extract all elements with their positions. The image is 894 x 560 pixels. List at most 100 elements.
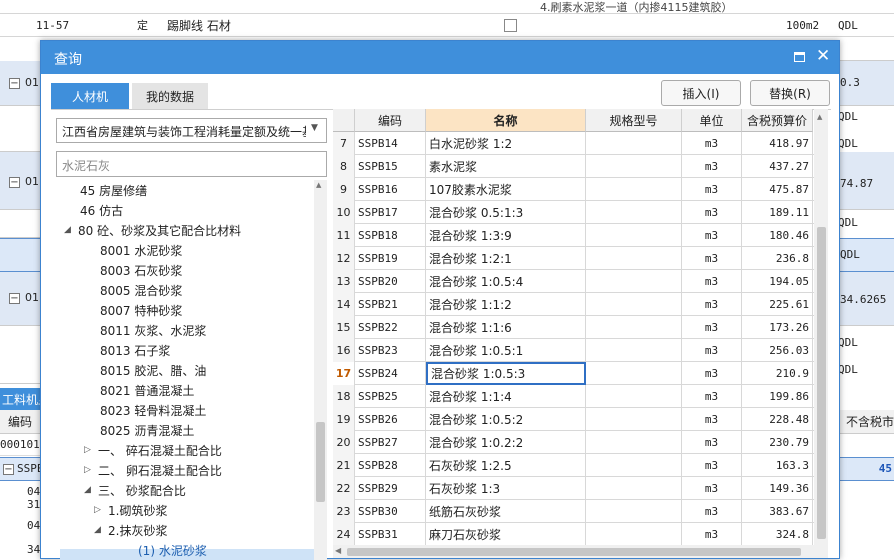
grid-scroll-thumb[interactable] — [817, 227, 826, 539]
cell-unit[interactable]: m3 — [682, 224, 742, 247]
collapse-icon[interactable]: − — [9, 177, 20, 188]
cell-price[interactable]: 173.26 — [742, 316, 813, 339]
cell-spec[interactable] — [586, 178, 682, 201]
cell-unit[interactable]: m3 — [682, 477, 742, 500]
cell-n[interactable]: 23 — [333, 500, 355, 523]
grid-header-spec[interactable]: 规格型号 — [586, 109, 682, 132]
table-row[interactable]: 18 SSPB25 混合砂浆 1:1:4 m3 199.86 — [333, 385, 818, 408]
tree-item[interactable]: 8001 水泥砂浆 — [100, 240, 182, 260]
grid-h-scroll-thumb[interactable] — [347, 548, 801, 556]
tree-item[interactable]: 8015 胶泥、腊、油 — [100, 360, 206, 380]
table-row[interactable]: 9 SSPB16 107胶素水泥浆 m3 475.87 — [333, 178, 818, 201]
grid-header-name[interactable]: 名称 — [426, 109, 586, 132]
cell-spec[interactable] — [586, 385, 682, 408]
footer-tab[interactable]: 工料机显 — [0, 388, 40, 410]
cell-unit[interactable]: m3 — [682, 408, 742, 431]
footer-row-selected[interactable]: − SSPE — [0, 457, 44, 481]
tab-materials[interactable]: 人材机 — [51, 83, 129, 109]
cell-unit[interactable]: m3 — [682, 132, 742, 155]
grid-scrollbar[interactable]: ▲ — [814, 109, 828, 545]
cell-spec[interactable] — [586, 339, 682, 362]
cell-price[interactable]: 225.61 — [742, 293, 813, 316]
collapsed-arrow-icon[interactable]: ▷ — [84, 445, 98, 455]
tree-item[interactable]: 46 仿古 — [80, 200, 123, 220]
scroll-up-icon[interactable]: ▲ — [817, 113, 822, 121]
table-row[interactable]: 19 SSPB26 混合砂浆 1:0.5:2 m3 228.48 — [333, 408, 818, 431]
library-select[interactable]: 江西省房屋建筑与装饰工程消耗量定额及统一基 ▼ — [56, 118, 327, 143]
cell-spec[interactable] — [586, 224, 682, 247]
cell-price[interactable]: 236.8 — [742, 247, 813, 270]
tree-item[interactable]: 8011 灰浆、水泥浆 — [100, 320, 206, 340]
cell-price[interactable]: 210.9 — [742, 362, 813, 385]
cell-name[interactable]: 混合砂浆 1:0.2:2 — [426, 431, 586, 454]
tree-item[interactable]: 45 房屋修缮 — [80, 180, 147, 200]
cell-name[interactable]: 混合砂浆 1:0.5:1 — [426, 339, 586, 362]
tree-scrollbar[interactable]: ▲ — [314, 180, 327, 560]
search-input[interactable]: 水泥石灰 — [56, 151, 327, 177]
cell-code[interactable]: SSPB19 — [355, 247, 426, 270]
cell-name[interactable]: 白水泥砂浆 1:2 — [426, 132, 586, 155]
cell-n[interactable]: 16 — [333, 339, 355, 362]
cell-n[interactable]: 14 — [333, 293, 355, 316]
cell-n[interactable]: 18 — [333, 385, 355, 408]
cell-price[interactable]: 228.48 — [742, 408, 813, 431]
cell-n[interactable]: 15 — [333, 316, 355, 339]
cell-name[interactable]: 混合砂浆 0.5:1:3 — [426, 201, 586, 224]
grid-header-code[interactable]: 编码 — [355, 109, 426, 132]
cell-name[interactable]: 混合砂浆 1:0.5:4 — [426, 270, 586, 293]
cell-spec[interactable] — [586, 523, 682, 546]
tree-item[interactable]: (1) 水泥砂浆 — [138, 540, 207, 560]
cell-unit[interactable]: m3 — [682, 247, 742, 270]
cell-name[interactable]: 混合砂浆 1:2:1 — [426, 247, 586, 270]
cell-spec[interactable] — [586, 431, 682, 454]
cell-code[interactable]: SSPB27 — [355, 431, 426, 454]
cell-name[interactable]: 纸筋石灰砂浆 — [426, 500, 586, 523]
cell-spec[interactable] — [586, 293, 682, 316]
cell-price[interactable]: 149.36 — [742, 477, 813, 500]
cell-n[interactable]: 24 — [333, 523, 355, 546]
cell-price[interactable]: 199.86 — [742, 385, 813, 408]
tree-item[interactable]: ◢ 三、 砂浆配合比 — [84, 480, 186, 500]
table-row[interactable]: 11 SSPB18 混合砂浆 1:3:9 m3 180.46 — [333, 224, 818, 247]
cell-n[interactable]: 19 — [333, 408, 355, 431]
cell-code[interactable]: SSPB22 — [355, 316, 426, 339]
expanded-arrow-icon[interactable]: ◢ — [94, 525, 108, 535]
expanded-arrow-icon[interactable]: ◢ — [84, 485, 98, 495]
cell-code[interactable]: SSPB14 — [355, 132, 426, 155]
tree-item[interactable]: 8007 特种砂浆 — [100, 300, 182, 320]
table-row[interactable]: 12 SSPB19 混合砂浆 1:2:1 m3 236.8 — [333, 247, 818, 270]
grid-header-price[interactable]: 含税预算价 — [742, 109, 813, 132]
cell-code[interactable]: SSPB31 — [355, 523, 426, 546]
grid-h-scrollbar[interactable]: ◀ — [333, 545, 828, 558]
cell-unit[interactable]: m3 — [682, 454, 742, 477]
tree-item[interactable]: 8005 混合砂浆 — [100, 280, 182, 300]
cell-code[interactable]: SSPB23 — [355, 339, 426, 362]
table-row[interactable]: 21 SSPB28 石灰砂浆 1:2.5 m3 163.3 — [333, 454, 818, 477]
table-row[interactable]: 13 SSPB20 混合砂浆 1:0.5:4 m3 194.05 — [333, 270, 818, 293]
cell-unit[interactable]: m3 — [682, 316, 742, 339]
cell-n[interactable]: 22 — [333, 477, 355, 500]
bg-checkbox[interactable] — [504, 14, 517, 36]
cell-spec[interactable] — [586, 477, 682, 500]
close-icon[interactable]: ✕ — [816, 46, 830, 66]
tree-item[interactable]: 8021 普通混凝土 — [100, 380, 194, 400]
cell-code[interactable]: SSPB21 — [355, 293, 426, 316]
tree-item[interactable]: 8013 石子浆 — [100, 340, 170, 360]
cell-unit[interactable]: m3 — [682, 500, 742, 523]
collapsed-arrow-icon[interactable]: ▷ — [84, 465, 98, 475]
table-row[interactable]: 23 SSPB30 纸筋石灰砂浆 m3 383.67 — [333, 500, 818, 523]
cell-spec[interactable] — [586, 316, 682, 339]
table-row[interactable]: 20 SSPB27 混合砂浆 1:0.2:2 m3 230.79 — [333, 431, 818, 454]
cell-unit[interactable]: m3 — [682, 339, 742, 362]
cell-unit[interactable]: m3 — [682, 431, 742, 454]
collapse-icon[interactable]: − — [9, 78, 20, 89]
tree-scroll-thumb[interactable] — [316, 422, 325, 502]
cell-name[interactable]: 混合砂浆 1:1:6 — [426, 316, 586, 339]
chevron-down-icon[interactable]: ▼ — [311, 123, 318, 133]
cell-price[interactable]: 383.67 — [742, 500, 813, 523]
dialog-title-bar[interactable]: 查询 ✕ — [41, 41, 839, 74]
cell-spec[interactable] — [586, 270, 682, 293]
cell-name[interactable]: 素水泥浆 — [426, 155, 586, 178]
scroll-left-icon[interactable]: ◀ — [335, 546, 341, 555]
cell-name[interactable]: 石灰砂浆 1:3 — [426, 477, 586, 500]
